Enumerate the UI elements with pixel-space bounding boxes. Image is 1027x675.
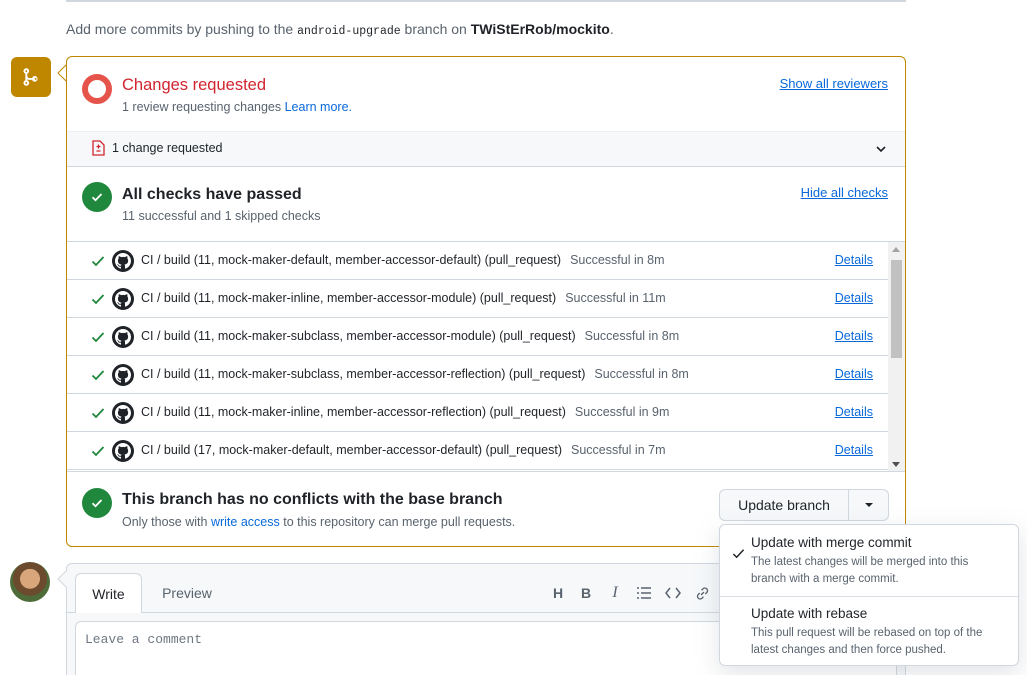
check-name: CI / build (11, mock-maker-inline, membe…: [141, 291, 557, 305]
update-branch-menu: Update with merge commit The latest chan…: [719, 524, 1019, 666]
scroll-down-arrow[interactable]: [892, 462, 900, 467]
branch-name: android-upgrade: [297, 25, 401, 38]
check-duration: Successful in 8m: [584, 329, 680, 343]
update-branch-button[interactable]: Update branch: [719, 489, 849, 521]
check-icon: [91, 256, 105, 267]
checks-list[interactable]: CI / build (11, mock-maker-default, memb…: [67, 241, 905, 471]
update-branch-dropdown-toggle[interactable]: [848, 489, 889, 521]
learn-more-link[interactable]: Learn more.: [285, 100, 352, 114]
branch-title: This branch has no conflicts with the ba…: [122, 491, 503, 508]
check-row: CI / build (11, mock-maker-subclass, mem…: [67, 356, 889, 394]
check-name: CI / build (17, mock-maker-default, memb…: [141, 443, 562, 457]
check-name: CI / build (11, mock-maker-subclass, mem…: [141, 329, 576, 343]
write-access-link[interactable]: write access: [211, 515, 280, 529]
github-icon: [112, 326, 134, 348]
avatar[interactable]: [10, 562, 50, 602]
check-details-link[interactable]: Details: [835, 367, 873, 381]
check-circle-icon: [82, 488, 112, 518]
check-icon: [91, 370, 105, 381]
check-name: CI / build (11, mock-maker-subclass, mem…: [141, 367, 586, 381]
check-icon: [732, 549, 745, 559]
link-icon[interactable]: [691, 582, 713, 604]
check-details-link[interactable]: Details: [835, 291, 873, 305]
code-icon[interactable]: [662, 582, 684, 604]
comment-box-pointer: [57, 570, 67, 588]
repo-name: TWiStErRob/mockito: [470, 21, 610, 37]
check-duration: Successful in 11m: [565, 291, 666, 305]
checks-scrollbar[interactable]: [888, 242, 905, 471]
scroll-up-arrow[interactable]: [892, 247, 900, 252]
github-icon: [112, 364, 134, 386]
hide-all-checks-link[interactable]: Hide all checks: [801, 185, 888, 200]
github-icon: [112, 440, 134, 462]
check-details-link[interactable]: Details: [835, 405, 873, 419]
heading-icon[interactable]: H: [547, 582, 569, 604]
check-details-link[interactable]: Details: [835, 443, 873, 457]
check-icon: [91, 332, 105, 343]
check-icon: [91, 294, 105, 305]
check-name: CI / build (11, mock-maker-inline, membe…: [141, 405, 566, 419]
timeline-divider: [66, 0, 906, 2]
menu-item-merge-commit[interactable]: Update with merge commit The latest chan…: [720, 535, 1018, 588]
github-icon: [112, 250, 134, 272]
github-icon: [112, 288, 134, 310]
merge-box: Changes requested 1 review requesting ch…: [66, 56, 906, 547]
checks-section: All checks have passed 11 successful and…: [67, 167, 905, 241]
check-row: CI / build (11, mock-maker-inline, membe…: [67, 394, 889, 432]
check-duration: Successful in 8m: [594, 367, 689, 381]
list-icon[interactable]: [633, 582, 655, 604]
check-circle-icon: [82, 182, 112, 212]
check-row: CI / build (11, mock-maker-default, memb…: [67, 242, 889, 280]
changes-requested-icon: [82, 74, 112, 104]
italic-icon[interactable]: I: [604, 582, 626, 604]
check-details-link[interactable]: Details: [835, 329, 873, 343]
menu-item-rebase[interactable]: Update with rebase This pull request wil…: [720, 606, 1018, 659]
push-note-middle: branch on: [404, 21, 467, 37]
push-note-prefix: Add more commits by pushing to the: [66, 21, 294, 37]
git-merge-icon: [11, 57, 51, 97]
check-duration: Successful in 8m: [570, 253, 665, 267]
tab-write[interactable]: Write: [75, 573, 142, 613]
triangle-down-icon: [864, 503, 873, 507]
check-row: CI / build (11, mock-maker-subclass, mem…: [67, 318, 889, 356]
scroll-thumb[interactable]: [891, 260, 902, 358]
chevron-down-icon[interactable]: [875, 143, 887, 155]
check-row: CI / build (11, mock-maker-inline, membe…: [67, 280, 889, 318]
file-diff-icon: [92, 140, 105, 156]
check-row: CI / build (17, mock-maker-default, memb…: [67, 432, 889, 470]
check-details-link[interactable]: Details: [835, 253, 873, 267]
push-note: Add more commits by pushing to the andro…: [66, 21, 614, 38]
review-subtitle: 1 review requesting changes Learn more.: [122, 100, 353, 114]
branch-subtitle: Only those with write access to this rep…: [122, 515, 516, 529]
review-title: Changes requested: [122, 76, 267, 94]
review-section: Changes requested 1 review requesting ch…: [67, 57, 905, 131]
check-duration: Successful in 9m: [574, 405, 670, 419]
check-icon: [91, 408, 105, 419]
tab-preview[interactable]: Preview: [149, 573, 225, 613]
check-icon: [91, 446, 105, 457]
checks-title: All checks have passed: [122, 186, 302, 203]
show-all-reviewers-link[interactable]: Show all reviewers: [780, 76, 888, 91]
check-duration: Successful in 7m: [571, 443, 666, 457]
github-icon: [112, 402, 134, 424]
checks-subtitle: 11 successful and 1 skipped checks: [122, 209, 321, 223]
change-requested-row[interactable]: 1 change requested: [67, 131, 905, 167]
check-name: CI / build (11, mock-maker-default, memb…: [141, 253, 562, 267]
change-requested-label: 1 change requested: [112, 141, 223, 155]
bold-icon[interactable]: B: [575, 582, 597, 604]
